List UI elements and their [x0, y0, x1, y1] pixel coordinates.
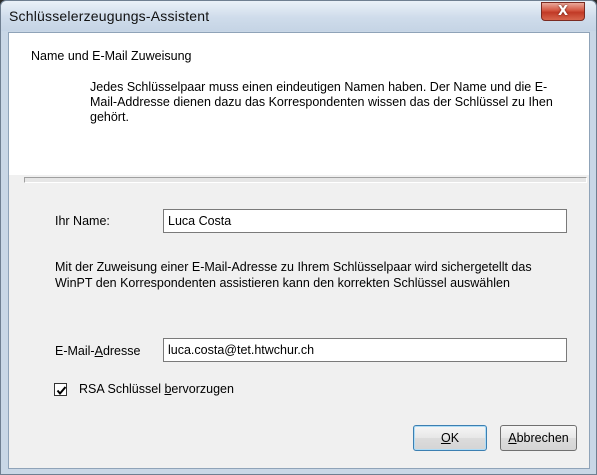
email-label: E-Mail-Adresse: [55, 344, 141, 358]
wizard-window: Schlüsselerzeugungs-Assistent X Name und…: [0, 0, 597, 475]
checkmark-icon: [56, 386, 67, 396]
wizard-header: Name und E-Mail Zuweisung Jedes Schlüsse…: [9, 33, 589, 175]
email-input[interactable]: luca.costa@tet.htwchur.ch: [163, 338, 567, 362]
name-input[interactable]: Luca Costa: [163, 209, 567, 233]
section-description: Jedes Schlüsselpaar muss einen eindeutig…: [90, 80, 553, 124]
name-label: Ihr Name:: [55, 214, 110, 228]
header-separator: [24, 177, 587, 183]
section-title: Name und E-Mail Zuweisung: [31, 49, 192, 63]
rsa-checkbox-label[interactable]: RSA Schlüssel bervorzugen: [79, 382, 234, 396]
window-title: Schlüsselerzeugungs-Assistent: [9, 8, 210, 24]
title-bar[interactable]: Schlüsselerzeugungs-Assistent X: [1, 1, 596, 31]
close-icon: X: [557, 4, 569, 19]
ok-button[interactable]: OK: [413, 425, 487, 451]
rsa-checkbox[interactable]: [54, 383, 67, 396]
cancel-button[interactable]: Abbrechen: [500, 425, 577, 451]
email-info-text: Mit der Zuweisung einer E-Mail-Adresse z…: [55, 260, 532, 290]
close-button[interactable]: X: [541, 2, 585, 21]
dialog-client-area: Name und E-Mail Zuweisung Jedes Schlüsse…: [8, 32, 590, 469]
